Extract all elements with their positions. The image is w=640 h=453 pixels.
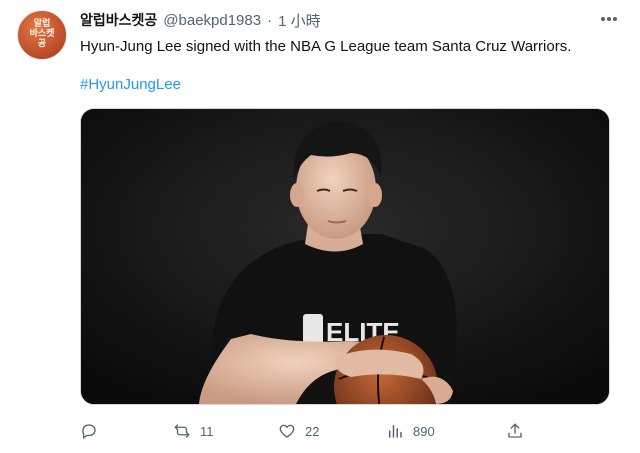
reply-button[interactable] [80,420,107,442]
share-icon [508,423,522,438]
views-icon [389,425,402,438]
avatar[interactable]: 알럽 바스켓 공 [17,10,67,60]
views-button[interactable]: 890 [386,420,435,442]
retweet-button[interactable]: 11 [173,420,214,442]
tweet-text: Hyun-Jung Lee signed with the NBA G Leag… [80,38,572,55]
retweet-icon [174,424,190,438]
avatar-logo-text: 알럽 바스켓 공 [29,19,55,49]
like-button[interactable]: 22 [278,420,319,442]
retweet-count: 11 [200,423,214,439]
tweet-media-photo[interactable]: ELITE [80,108,610,405]
user-handle[interactable]: @baekpd1983 [163,12,261,29]
reply-icon [82,424,96,440]
more-button[interactable] [598,10,620,28]
tweet-header: 알럽바스켓공 @baekpd1983 · 1 小時 [80,9,321,31]
share-button[interactable] [506,420,524,442]
more-icon [601,17,617,21]
view-count: 890 [413,423,435,439]
tweet-actions: 11 22 890 [80,420,610,442]
timestamp[interactable]: 1 小時 [278,10,321,31]
heart-icon [279,424,295,438]
hashtag-link[interactable]: #HyunJungLee [80,75,181,95]
like-count: 22 [305,423,320,439]
display-name[interactable]: 알럽바스켓공 [80,10,157,30]
tweet[interactable]: 알럽 바스켓 공 알럽바스켓공 @baekpd1983 · 1 小時 Hyun-… [0,0,640,453]
player-photo: ELITE [81,109,609,404]
separator: · [267,11,273,29]
